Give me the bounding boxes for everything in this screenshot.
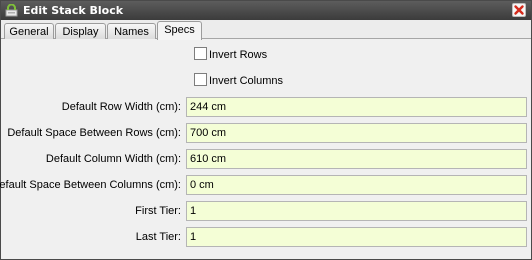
space-between-rows-input[interactable] <box>186 123 527 143</box>
stack-icon <box>5 3 18 17</box>
tab-display[interactable]: Display <box>55 23 106 39</box>
edit-stack-block-dialog: Edit Stack Block General Display Names S… <box>0 0 532 260</box>
first-tier-input[interactable] <box>186 201 527 221</box>
last-tier-input[interactable] <box>186 227 527 247</box>
tab-bar: General Display Names Specs <box>1 20 531 40</box>
row-width-label: Default Row Width (cm): <box>61 101 181 113</box>
space-between-columns-label: Default Space Between Columns (cm): <box>0 179 181 191</box>
close-button[interactable] <box>512 3 526 17</box>
window-title: Edit Stack Block <box>23 4 124 17</box>
close-icon <box>514 5 524 15</box>
invert-columns-label: Invert Columns <box>209 75 283 87</box>
row-width-input[interactable] <box>186 97 527 117</box>
last-tier-label: Last Tier: <box>135 231 181 243</box>
invert-rows-checkbox[interactable] <box>194 47 207 60</box>
tab-general[interactable]: General <box>4 23 54 39</box>
invert-columns-checkbox[interactable] <box>194 73 207 86</box>
first-tier-label: First Tier: <box>135 205 181 217</box>
space-between-rows-label: Default Space Between Rows (cm): <box>7 127 181 139</box>
space-between-columns-input[interactable] <box>186 175 527 195</box>
tab-names[interactable]: Names <box>107 23 156 39</box>
tab-specs[interactable]: Specs <box>157 21 202 40</box>
column-width-label: Default Column Width (cm): <box>45 153 181 165</box>
column-width-input[interactable] <box>186 149 527 169</box>
titlebar[interactable]: Edit Stack Block <box>1 1 531 20</box>
invert-rows-label: Invert Rows <box>209 49 268 61</box>
specs-panel: Invert Rows Invert Columns Default Row W… <box>0 39 531 259</box>
